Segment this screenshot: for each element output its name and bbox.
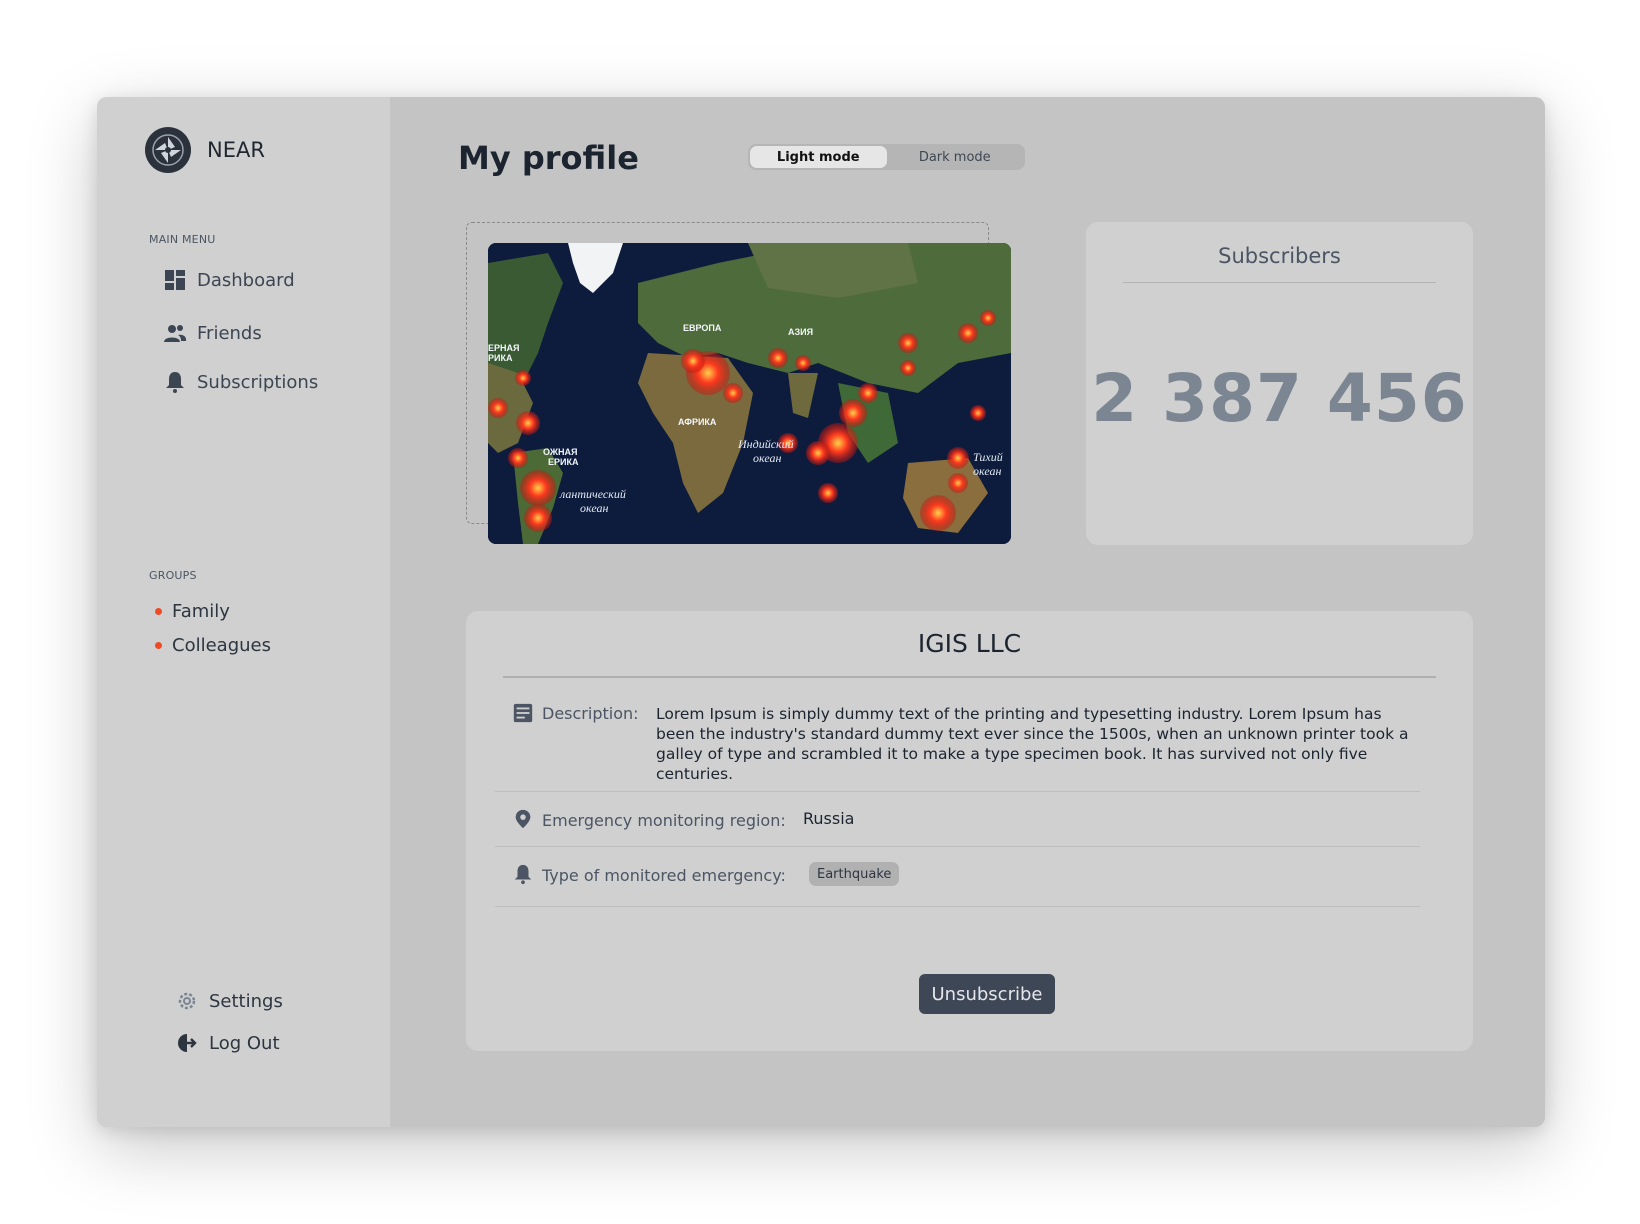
map-label-africa: АФРИКА <box>678 417 717 427</box>
map-label-south-america-1: ОЖНАЯ <box>543 447 577 457</box>
map-label-atlantic-1: лантический <box>559 487 626 501</box>
logout-button[interactable]: Log Out <box>175 1031 280 1055</box>
bell-icon <box>166 372 184 393</box>
region-label: Emergency monitoring region: <box>542 811 786 830</box>
gear-icon <box>178 992 196 1010</box>
map-label-pacific-2: океан <box>973 464 1001 478</box>
friends-icon <box>164 325 187 342</box>
company-card: IGIS LLC Description: Lorem Ipsum is sim… <box>466 611 1473 1051</box>
subscribers-count: 2 387 456 <box>1091 360 1468 437</box>
logout-label: Log Out <box>209 1032 280 1054</box>
mode-toggle[interactable]: Light mode Dark mode <box>748 144 1025 170</box>
map-label-north-america-1: ЕРНАЯ <box>488 343 519 353</box>
divider <box>503 676 1436 678</box>
map-label-europe: ЕВРОПА <box>683 323 722 333</box>
map-label-north-america-2: РИКА <box>488 353 513 363</box>
brand[interactable]: NEAR <box>145 127 265 173</box>
divider <box>495 791 1420 792</box>
map-label-atlantic-2: океан <box>580 501 608 515</box>
group-dot <box>155 642 162 649</box>
sidebar-item-label: Dashboard <box>197 269 295 291</box>
map-label-asia: АЗИЯ <box>788 327 813 337</box>
brand-name: NEAR <box>207 138 265 162</box>
subscribers-card: Subscribers 2 387 456 <box>1086 222 1473 545</box>
divider <box>495 846 1420 847</box>
emergency-badge: Earthquake <box>809 862 900 886</box>
group-item-label: Colleagues <box>172 635 271 656</box>
sidebar-item-friends[interactable]: Friends <box>163 321 262 345</box>
settings-label: Settings <box>209 990 283 1012</box>
map-label-pacific-1: Тихий <box>973 450 1003 464</box>
logout-icon <box>177 1034 197 1052</box>
divider <box>495 906 1420 907</box>
divider <box>1123 282 1436 283</box>
description-label: Description: <box>542 704 639 723</box>
sidebar-item-dashboard[interactable]: Dashboard <box>163 268 295 292</box>
map-label-south-america-2: ЕРИКА <box>548 457 579 467</box>
settings-button[interactable]: Settings <box>175 989 283 1013</box>
earthquake-map-image: ЕВРОПА АЗИЯ АФРИКА ЕРНАЯ РИКА ОЖНАЯ ЕРИК… <box>488 243 1011 544</box>
main-menu-title: MAIN MENU <box>149 233 216 246</box>
description-text: Lorem Ipsum is simply dummy text of the … <box>656 705 1409 783</box>
emergency-label: Type of monitored emergency: <box>542 866 786 885</box>
company-name: IGIS LLC <box>917 629 1022 658</box>
sidebar-item-subscriptions[interactable]: Subscriptions <box>163 370 318 394</box>
sidebar-item-label: Friends <box>197 322 262 344</box>
group-item-colleagues[interactable]: Colleagues <box>155 635 271 656</box>
subscribers-title: Subscribers <box>1218 244 1341 268</box>
group-dot <box>155 608 162 615</box>
document-icon <box>513 703 533 723</box>
dark-mode-option[interactable]: Dark mode <box>887 146 1024 168</box>
dashboard-icon <box>165 270 185 290</box>
groups-title: GROUPS <box>149 569 197 582</box>
location-pin-icon <box>515 809 531 829</box>
map-label-indian-ocean-1: Индийский <box>737 437 794 451</box>
group-item-family[interactable]: Family <box>155 601 230 622</box>
page-title: My profile <box>458 139 639 177</box>
app-window: NEAR MAIN MENU Dashboard Friends Subscri… <box>97 97 1545 1127</box>
map-label-indian-ocean-2: океан <box>753 451 781 465</box>
region-value: Russia <box>803 809 855 828</box>
bell-icon <box>514 864 532 885</box>
brand-logo-icon <box>145 127 191 173</box>
sidebar-item-label: Subscriptions <box>197 371 319 393</box>
sidebar: NEAR MAIN MENU Dashboard Friends Subscri… <box>97 97 390 1127</box>
unsubscribe-button[interactable]: Unsubscribe <box>919 974 1055 1014</box>
light-mode-option[interactable]: Light mode <box>750 146 887 168</box>
group-item-label: Family <box>172 601 230 622</box>
